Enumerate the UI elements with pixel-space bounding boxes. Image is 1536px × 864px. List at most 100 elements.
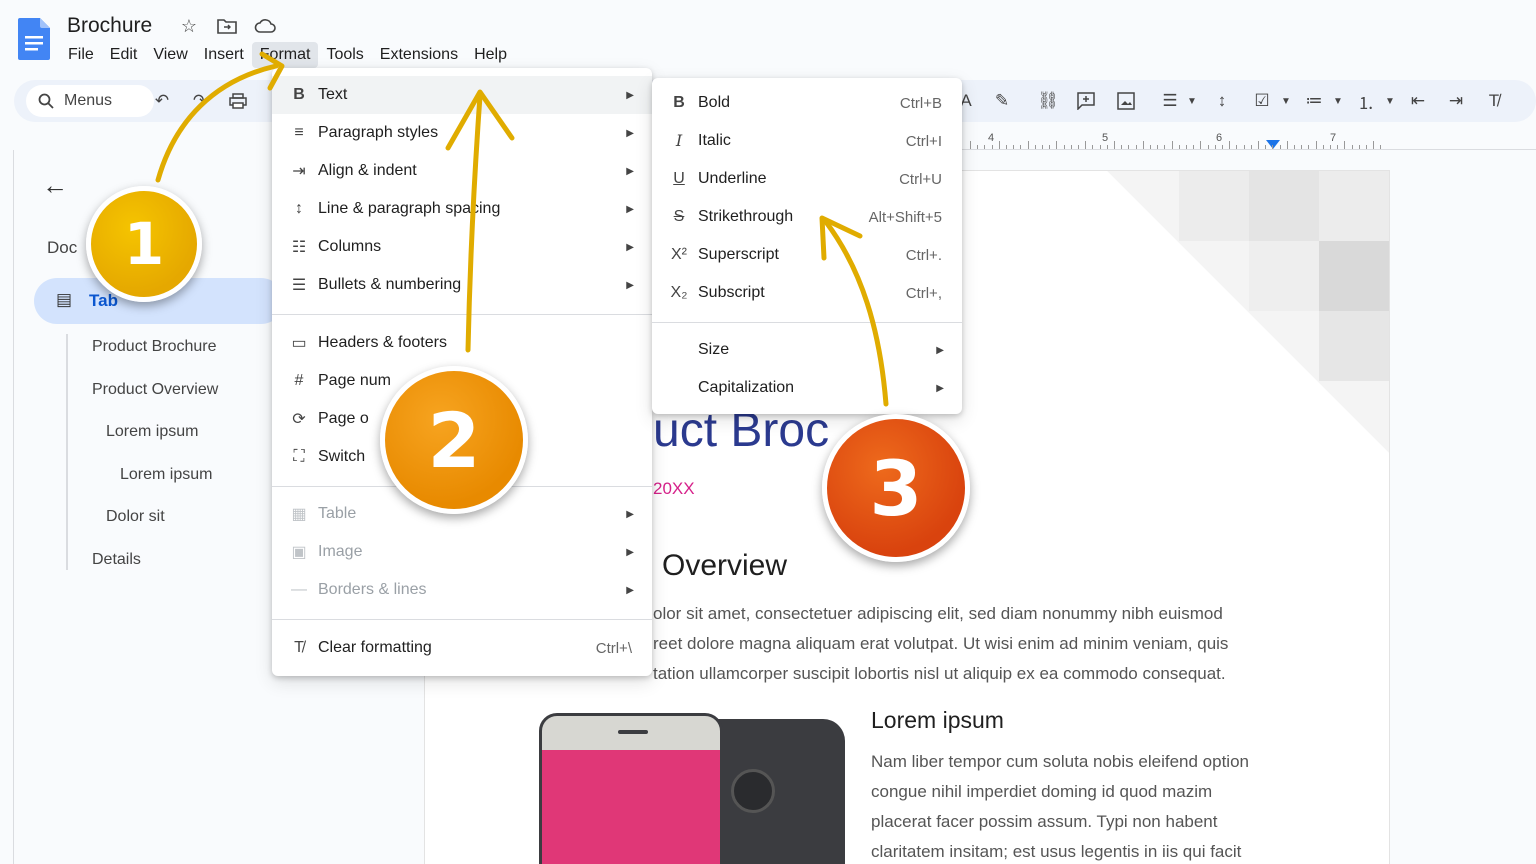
outline-item[interactable]: Details <box>92 551 141 569</box>
submenu-arrow-icon: ▶ <box>936 382 944 394</box>
tab-document-icon: ▤ <box>56 290 73 309</box>
search-icon <box>38 93 54 109</box>
menu-item-strikethrough[interactable]: S Strikethrough Alt+Shift+5 <box>652 198 962 236</box>
submenu-arrow-icon: ▶ <box>626 127 634 139</box>
menu-item-underline[interactable]: U Underline Ctrl+U <box>652 160 962 198</box>
menu-item-bold[interactable]: B Bold Ctrl+B <box>652 84 962 122</box>
menu-tools[interactable]: Tools <box>318 42 371 68</box>
back-arrow-icon[interactable]: ← <box>42 170 68 201</box>
search-menus-input[interactable]: Menus <box>26 85 154 117</box>
menu-item-align-indent[interactable]: ⇥ Align & indent ▶ <box>272 152 652 190</box>
page-orientation-icon: ⟳ <box>292 411 306 428</box>
decrease-indent-icon[interactable]: ⇤ <box>1406 89 1430 113</box>
ruler-tick <box>1315 141 1317 149</box>
outline-item[interactable]: Product Brochure <box>92 338 217 356</box>
menu-item-capitalization[interactable]: Capitalization ▶ <box>652 369 962 407</box>
ruler-tick <box>1380 145 1382 149</box>
increase-indent-icon[interactable]: ⇥ <box>1444 89 1468 113</box>
menu-item-label: Align & indent <box>318 162 417 179</box>
menu-separator <box>272 619 652 620</box>
ruler-tick <box>1279 145 1281 149</box>
cloud-status-icon[interactable] <box>253 14 277 38</box>
ruler-tick <box>1243 145 1245 149</box>
submenu-arrow-icon: ▶ <box>626 279 634 291</box>
menu-item-superscript[interactable]: X² Superscript Ctrl+. <box>652 236 962 274</box>
line-spacing-icon[interactable]: ↕ <box>1210 89 1234 113</box>
shortcut-label: Ctrl+, <box>905 284 942 302</box>
borders-icon: — <box>291 581 307 598</box>
ruler-tick <box>1229 141 1231 149</box>
phone-speaker <box>618 730 648 734</box>
vertical-ruler <box>0 150 14 864</box>
shortcut-label: Ctrl+I <box>905 132 942 150</box>
move-folder-icon[interactable] <box>215 14 239 38</box>
menu-item-paragraph-styles[interactable]: ≡ Paragraph styles ▶ <box>272 114 652 152</box>
align-dropdown-icon[interactable]: ▼ <box>1180 89 1204 113</box>
corner-decoration <box>1107 171 1389 453</box>
ruler-tick <box>1157 145 1159 149</box>
checklist-dropdown-icon[interactable]: ▼ <box>1274 89 1298 113</box>
undo-icon[interactable]: ↶ <box>150 89 174 113</box>
body-line: placerat facer possim assum. Typi non ha… <box>871 812 1218 831</box>
outline-item[interactable]: Lorem ipsum <box>120 466 212 484</box>
menu-item-bullets[interactable]: ☰ Bullets & numbering ▶ <box>272 266 652 304</box>
clear-formatting-icon: T̸ <box>294 639 304 656</box>
menu-item-size[interactable]: Size ▶ <box>652 331 962 369</box>
menu-item-clear-formatting[interactable]: T̸ Clear formatting Ctrl+\ <box>272 629 652 667</box>
insert-link-icon[interactable]: ⛓ <box>1036 89 1060 113</box>
ruler-tick <box>1186 145 1187 149</box>
menu-item-italic[interactable]: I Italic Ctrl+I <box>652 122 962 160</box>
menu-item-subscript[interactable]: X₂ Subscript Ctrl+, <box>652 274 962 312</box>
title-bar: Brochure ☆ File Edit View Insert Format … <box>0 0 1536 76</box>
body-line: congue nihil imperdiet doming id quod ma… <box>871 782 1213 801</box>
shortcut-label: Alt+Shift+5 <box>868 208 942 226</box>
camera-lens <box>731 769 775 813</box>
outline-item[interactable]: Lorem ipsum <box>106 423 198 441</box>
insert-image-icon[interactable] <box>1114 89 1138 113</box>
ruler-tick <box>1308 145 1310 149</box>
document-title[interactable]: Brochure <box>67 14 152 38</box>
checklist-icon[interactable]: ☑ <box>1250 89 1274 113</box>
docs-logo-icon[interactable] <box>18 18 50 60</box>
star-icon[interactable]: ☆ <box>177 14 201 38</box>
menu-extensions[interactable]: Extensions <box>372 42 466 68</box>
bullets-dropdown-icon[interactable]: ▼ <box>1326 89 1350 113</box>
redo-icon[interactable]: ↷ <box>188 89 212 113</box>
menu-edit[interactable]: Edit <box>102 42 146 68</box>
horizontal-ruler[interactable]: 4 5 6 7 <box>960 128 1536 150</box>
phone-front-illustration <box>539 713 723 864</box>
menu-item-columns[interactable]: ☷ Columns ▶ <box>272 228 652 266</box>
menu-item-line-spacing[interactable]: ↕ Line & paragraph spacing ▶ <box>272 190 652 228</box>
menu-item-label: Headers & footers <box>318 334 447 351</box>
outline-item[interactable]: Dolor sit <box>106 508 165 526</box>
menu-item-borders-lines[interactable]: — Borders & lines ▶ <box>272 571 652 609</box>
menu-help[interactable]: Help <box>466 42 515 68</box>
menu-item-image[interactable]: ▣ Image ▶ <box>272 533 652 571</box>
menu-view[interactable]: View <box>145 42 195 68</box>
line-spacing-icon: ↕ <box>295 200 303 217</box>
subscript-icon: X₂ <box>670 284 688 301</box>
bulleted-list-icon[interactable]: ≔ <box>1302 89 1326 113</box>
headers-footers-icon: ▭ <box>291 335 307 352</box>
numbered-list-icon[interactable]: ⒈ <box>1354 89 1378 113</box>
align-icon[interactable]: ☰ <box>1158 89 1182 113</box>
ruler-tick <box>977 145 979 149</box>
numbered-dropdown-icon[interactable]: ▼ <box>1378 89 1402 113</box>
outline-item[interactable]: Product Overview <box>92 381 218 399</box>
columns-icon: ☷ <box>291 239 307 256</box>
menu-bar: File Edit View Insert Format Tools Exten… <box>60 42 515 68</box>
ruler-tick <box>1128 145 1130 149</box>
menu-item-text[interactable]: B Text ▶ <box>272 76 652 114</box>
menu-insert[interactable]: Insert <box>196 42 252 68</box>
clear-formatting-toolbar-icon[interactable]: T̸ <box>1482 89 1506 113</box>
ruler-tick <box>1236 145 1238 149</box>
menu-format[interactable]: Format <box>251 42 319 68</box>
text-submenu: B Bold Ctrl+B I Italic Ctrl+I U Underlin… <box>652 78 962 414</box>
menu-file[interactable]: File <box>60 42 102 68</box>
menu-item-headers-footers[interactable]: ▭ Headers & footers <box>272 324 652 362</box>
add-comment-icon[interactable] <box>1074 89 1098 113</box>
ruler-tick <box>1358 145 1360 149</box>
print-icon[interactable] <box>226 89 250 113</box>
highlight-icon[interactable]: ✎ <box>990 89 1014 113</box>
ruler-tick <box>1344 141 1346 149</box>
